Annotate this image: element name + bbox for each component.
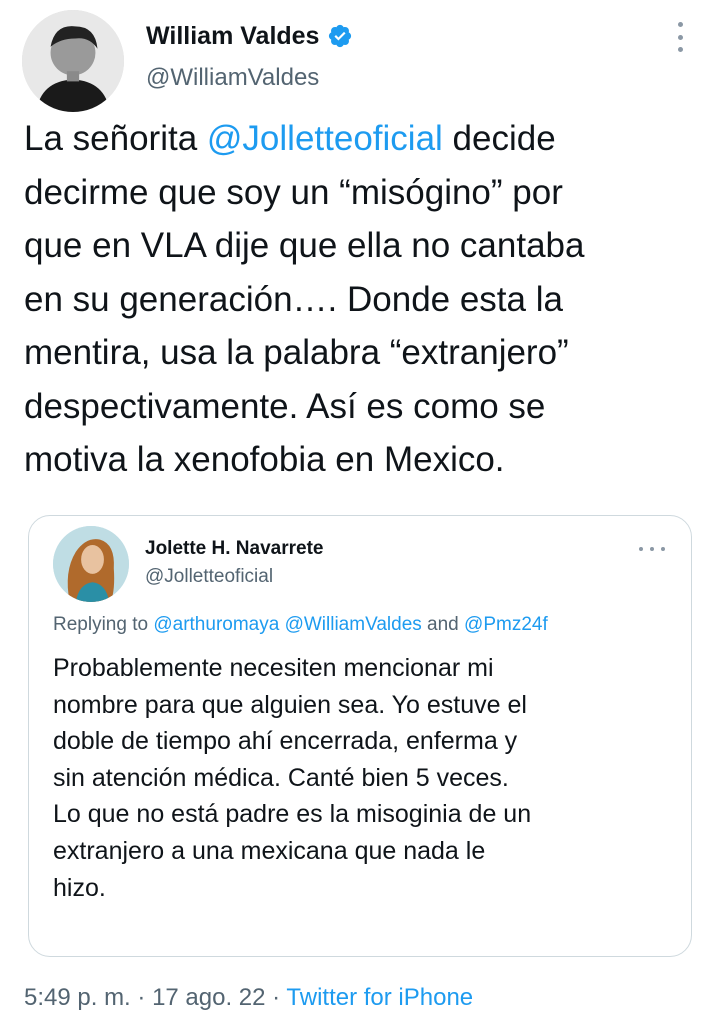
- tweet-text: La señorita @Jolletteoficial decide deci…: [24, 112, 704, 487]
- tweet-meta: 5:49 p. m. · 17 ago. 22 · Twitter for iP…: [24, 984, 473, 1012]
- author-avatar[interactable]: [22, 10, 124, 112]
- tweet-mention-link[interactable]: @Jolletteoficial: [207, 119, 443, 158]
- tweet-text-line: decirme que soy un “misógino” por: [24, 172, 563, 212]
- quoted-text-line: sin atención médica. Canté bien 5 veces.: [53, 763, 509, 792]
- quoted-text-line: hizo.: [53, 873, 106, 902]
- quoted-author-avatar-image: [53, 526, 129, 602]
- replying-and-label: and: [421, 614, 465, 635]
- tweet-date[interactable]: 17 ago. 22: [152, 984, 265, 1011]
- tweet-text-line: en su generación…. Donde esta la: [24, 279, 563, 319]
- quoted-text-line: extranjero a una mexicana que nada le: [53, 836, 486, 865]
- tweet: William Valdes @WilliamValdes La señorit…: [0, 0, 716, 1032]
- tweet-time[interactable]: 5:49 p. m.: [24, 984, 131, 1011]
- tweet-text-line: despectivamente. Así es como se: [24, 386, 546, 426]
- tweet-text-line: La señorita @Jolletteoficial decide: [24, 112, 704, 166]
- author-name[interactable]: William Valdes: [146, 20, 319, 52]
- tweet-text-segment: decide: [442, 119, 556, 158]
- tweet-text-line: mentira, usa la palabra “extranjero”: [24, 333, 569, 372]
- tweet-source-link[interactable]: Twitter for iPhone: [286, 984, 473, 1011]
- tweet-text-segment: La señorita: [24, 119, 207, 158]
- quoted-text-line: nombre para que alguien sea. Yo estuve e…: [53, 690, 527, 719]
- quoted-text-line: Lo que no está padre es la misoginia de …: [53, 800, 532, 829]
- more-vertical-icon[interactable]: [672, 22, 688, 52]
- meta-separator: ·: [130, 984, 153, 1011]
- reply-mention-link[interactable]: @WilliamValdes: [285, 614, 422, 635]
- quoted-tweet[interactable]: Jolette H. Navarrete @Jolletteoficial Re…: [28, 515, 692, 957]
- tweet-text-line: que en VLA dije que ella no cantaba: [24, 226, 585, 265]
- quoted-tweet-text: Probablemente necesiten mencionar mi nom…: [53, 650, 683, 906]
- quoted-author-handle[interactable]: @Jolletteoficial: [145, 566, 273, 588]
- tweet-text-line: motiva la xenofobia en Mexico.: [24, 440, 505, 479]
- quoted-text-line: doble de tiempo ahí encerrada, enferma y: [53, 727, 518, 756]
- replying-to: Replying to @arthuromaya @WilliamValdes …: [53, 614, 548, 636]
- quoted-author-name[interactable]: Jolette H. Navarrete: [145, 538, 323, 560]
- author-handle[interactable]: @WilliamValdes: [146, 62, 319, 94]
- reply-mention-link[interactable]: @Pmz24f: [464, 614, 548, 635]
- author-avatar-image: [22, 10, 124, 112]
- verified-badge-icon: [329, 24, 352, 48]
- meta-separator: ·: [265, 984, 287, 1011]
- quoted-author-avatar[interactable]: [53, 526, 129, 602]
- quoted-text-line: Probablemente necesiten mencionar mi: [53, 654, 494, 682]
- more-horizontal-icon[interactable]: [639, 546, 665, 552]
- replying-to-label: Replying to: [53, 614, 154, 635]
- reply-mention-link[interactable]: @arthuromaya: [153, 614, 279, 635]
